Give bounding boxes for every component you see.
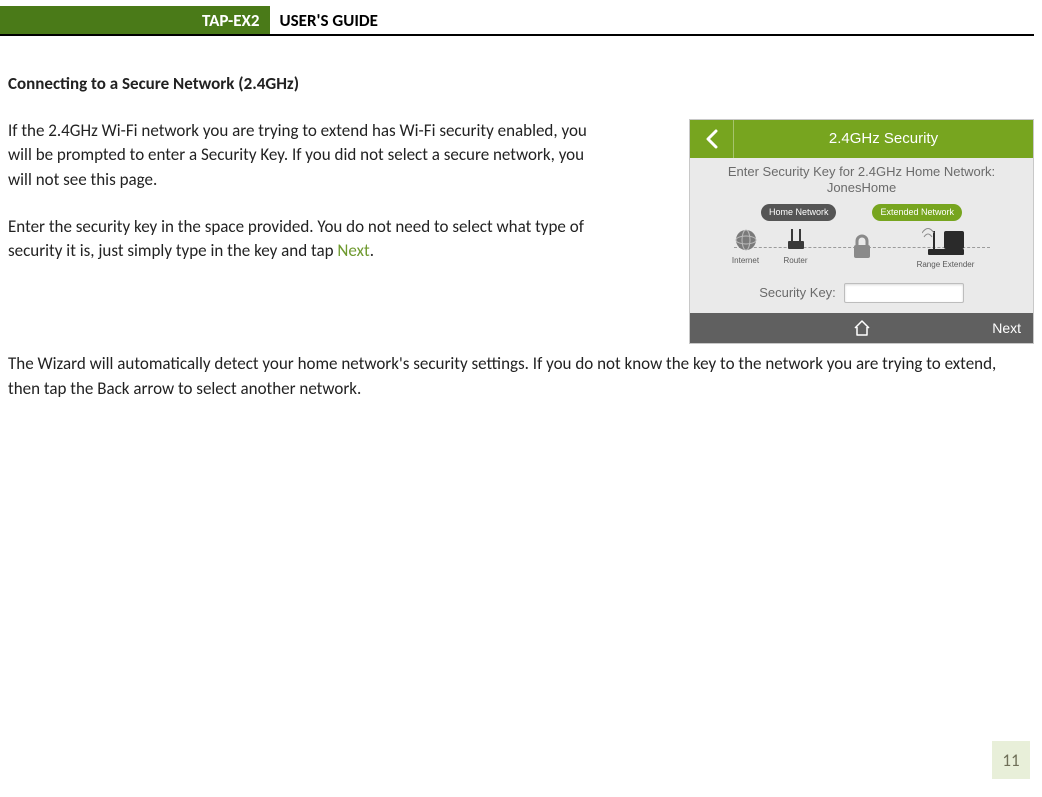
product-badge: TAP-EX2 — [12, 6, 270, 34]
paragraph-2: Enter the security key in the space prov… — [8, 215, 608, 264]
node-router: Router — [776, 227, 816, 267]
page-content: Connecting to a Secure Network (2.4GHz) … — [0, 36, 1042, 401]
back-button[interactable] — [690, 120, 734, 158]
paragraph-1: If the 2.4GHz Wi-Fi network you are tryi… — [8, 119, 608, 193]
sc-prompt: Enter Security Key for 2.4GHz Home Netwo… — [690, 164, 1033, 203]
next-button[interactable]: Next — [992, 318, 1033, 338]
device-screenshot: 2.4GHz Security Enter Security Key for 2… — [689, 119, 1034, 345]
badge-extended-network: Extended Network — [872, 204, 962, 221]
lock-icon — [850, 233, 874, 261]
router-icon — [782, 227, 810, 253]
node-lock — [844, 233, 880, 265]
node-extender: Range Extender — [902, 227, 990, 271]
page-number: 11 — [992, 741, 1030, 779]
paragraph-2-next: Next — [337, 240, 369, 261]
sc-key-row: Security Key: — [690, 283, 1033, 303]
node-router-label: Router — [783, 256, 807, 265]
section-heading: Connecting to a Secure Network (2.4GHz) — [8, 72, 1034, 97]
badge-home-network: Home Network — [761, 204, 837, 221]
home-button[interactable] — [847, 313, 877, 343]
sc-body: Enter Security Key for 2.4GHz Home Netwo… — [690, 158, 1033, 314]
sc-diagram: Internet Router — [722, 223, 1002, 279]
paragraph-3: The Wizard will automatically detect you… — [8, 352, 1028, 401]
extender-icon — [922, 227, 970, 257]
header-accent — [0, 6, 12, 34]
doc-header: TAP-EX2 USER'S GUIDE — [0, 6, 1034, 36]
security-key-input[interactable] — [844, 283, 964, 303]
node-internet: Internet — [726, 227, 766, 267]
node-internet-label: Internet — [732, 256, 759, 265]
sc-badges: Home Network Extended Network — [690, 204, 1033, 221]
sc-prompt-line1: Enter Security Key for 2.4GHz Home Netwo… — [728, 164, 995, 179]
sc-topbar: 2.4GHz Security — [690, 120, 1033, 158]
paragraph-2-pre: Enter the security key in the space prov… — [8, 216, 584, 262]
paragraph-2-post: . — [370, 240, 374, 261]
home-icon — [853, 320, 871, 336]
node-extender-label: Range Extender — [917, 260, 975, 269]
chevron-left-icon — [705, 129, 719, 149]
globe-icon — [733, 227, 759, 253]
sc-bottombar: Next — [690, 313, 1033, 343]
security-key-label: Security Key: — [759, 284, 836, 303]
sc-title: 2.4GHz Security — [734, 128, 1033, 150]
sc-prompt-line2: JonesHome — [827, 180, 896, 195]
doc-title: USER'S GUIDE — [270, 6, 378, 34]
